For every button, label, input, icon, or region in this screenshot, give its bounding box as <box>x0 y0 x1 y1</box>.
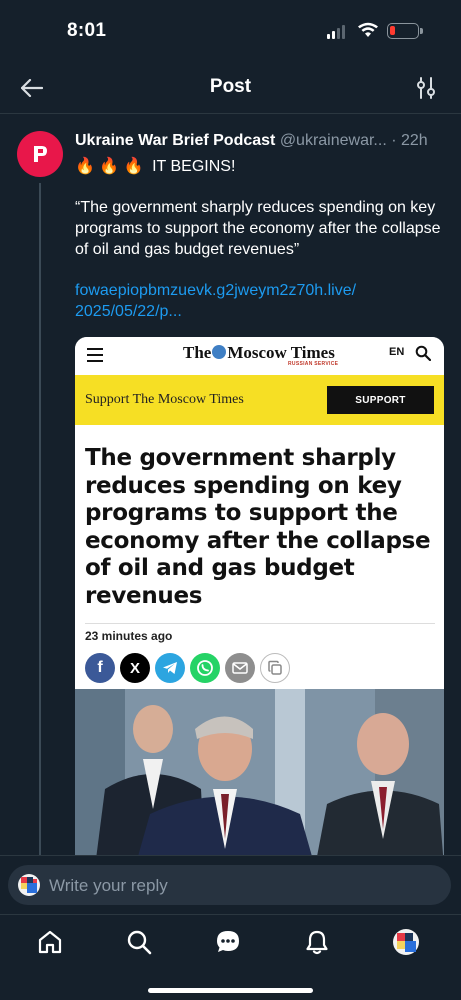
status-time: 8:01 <box>67 20 107 41</box>
filter-button[interactable] <box>413 74 439 102</box>
x-icon: X <box>120 653 150 683</box>
wifi-icon <box>358 22 378 37</box>
tab-bar <box>0 914 461 1000</box>
search-icon <box>415 345 431 361</box>
search-icon <box>127 930 152 955</box>
copy-icon <box>260 653 290 683</box>
tab-notifications[interactable] <box>302 927 332 957</box>
post-quote: “The government sharply reduces spending… <box>75 199 441 258</box>
divider <box>85 623 435 624</box>
reply-bar: Write your reply <box>0 855 461 913</box>
tab-search[interactable] <box>124 927 154 957</box>
signal-icon <box>327 25 345 39</box>
post-body: 🔥 🔥 🔥 IT BEGINS! “The government sharply… <box>75 156 447 322</box>
whatsapp-icon <box>190 653 220 683</box>
post-time: · 22h <box>391 132 428 149</box>
post-first-line: 🔥 🔥 🔥 IT BEGINS! <box>75 156 447 177</box>
reply-placeholder: Write your reply <box>49 876 168 895</box>
article-card[interactable]: The Moscow Times RUSSIAN SERVICE EN Suppo… <box>75 337 444 855</box>
tab-profile[interactable] <box>391 927 421 957</box>
globe-icon <box>212 345 227 359</box>
author-handle[interactable]: @ukrainewar... <box>280 132 387 149</box>
profile-avatar-icon <box>393 929 419 955</box>
moscow-times-nav: The Moscow Times RUSSIAN SERVICE EN <box>75 337 444 373</box>
moscow-times-logo: The Moscow Times <box>183 343 335 362</box>
post-link-line1: fowaepiopbmzuevk.g2jweym2z70h.live/ <box>75 282 357 299</box>
support-button: SUPPORT <box>327 386 434 414</box>
article-headline: The government sharply reduces spending … <box>85 445 431 609</box>
telegram-icon <box>155 653 185 683</box>
support-banner: Support The Moscow Times SUPPORT <box>75 375 444 425</box>
language-label: EN <box>389 346 405 358</box>
article-time: 23 minutes ago <box>85 629 173 643</box>
battery-icon <box>387 23 423 39</box>
facebook-icon: f <box>85 653 115 683</box>
tab-home[interactable] <box>35 927 65 957</box>
tab-messages[interactable] <box>213 927 243 957</box>
home-icon <box>38 930 62 954</box>
post-headline-text: IT BEGINS! <box>152 158 236 175</box>
user-avatar <box>18 874 40 896</box>
author-avatar[interactable] <box>17 131 63 177</box>
post-link[interactable]: fowaepiopbmzuevk.g2jweym2z70h.live/ 2025… <box>75 280 447 322</box>
article-photo <box>75 689 444 855</box>
post: Ukraine War Brief Podcast @ukrainewar...… <box>0 115 461 855</box>
logo-subtitle: RUSSIAN SERVICE <box>288 361 339 367</box>
reply-input[interactable]: Write your reply <box>8 865 451 905</box>
share-row: f X <box>85 653 290 683</box>
chat-bubble-icon <box>217 931 239 952</box>
bell-icon <box>306 930 328 955</box>
sliders-icon <box>417 77 435 99</box>
post-link-line2: 2025/05/22/p... <box>75 303 182 320</box>
support-text: Support The Moscow Times <box>85 392 244 407</box>
page-title: Post <box>209 76 252 97</box>
menu-icon <box>87 348 103 366</box>
post-header: Ukraine War Brief Podcast @ukrainewar...… <box>75 132 447 150</box>
header: Post <box>0 62 461 114</box>
podcast-logo-icon <box>34 146 47 162</box>
mail-icon <box>225 653 255 683</box>
thread-line <box>39 183 41 855</box>
author-name[interactable]: Ukraine War Brief Podcast <box>75 132 275 149</box>
fire-emoji: 🔥 🔥 🔥 <box>75 158 144 175</box>
status-bar: 8:01 <box>0 0 461 62</box>
home-indicator <box>148 988 313 993</box>
